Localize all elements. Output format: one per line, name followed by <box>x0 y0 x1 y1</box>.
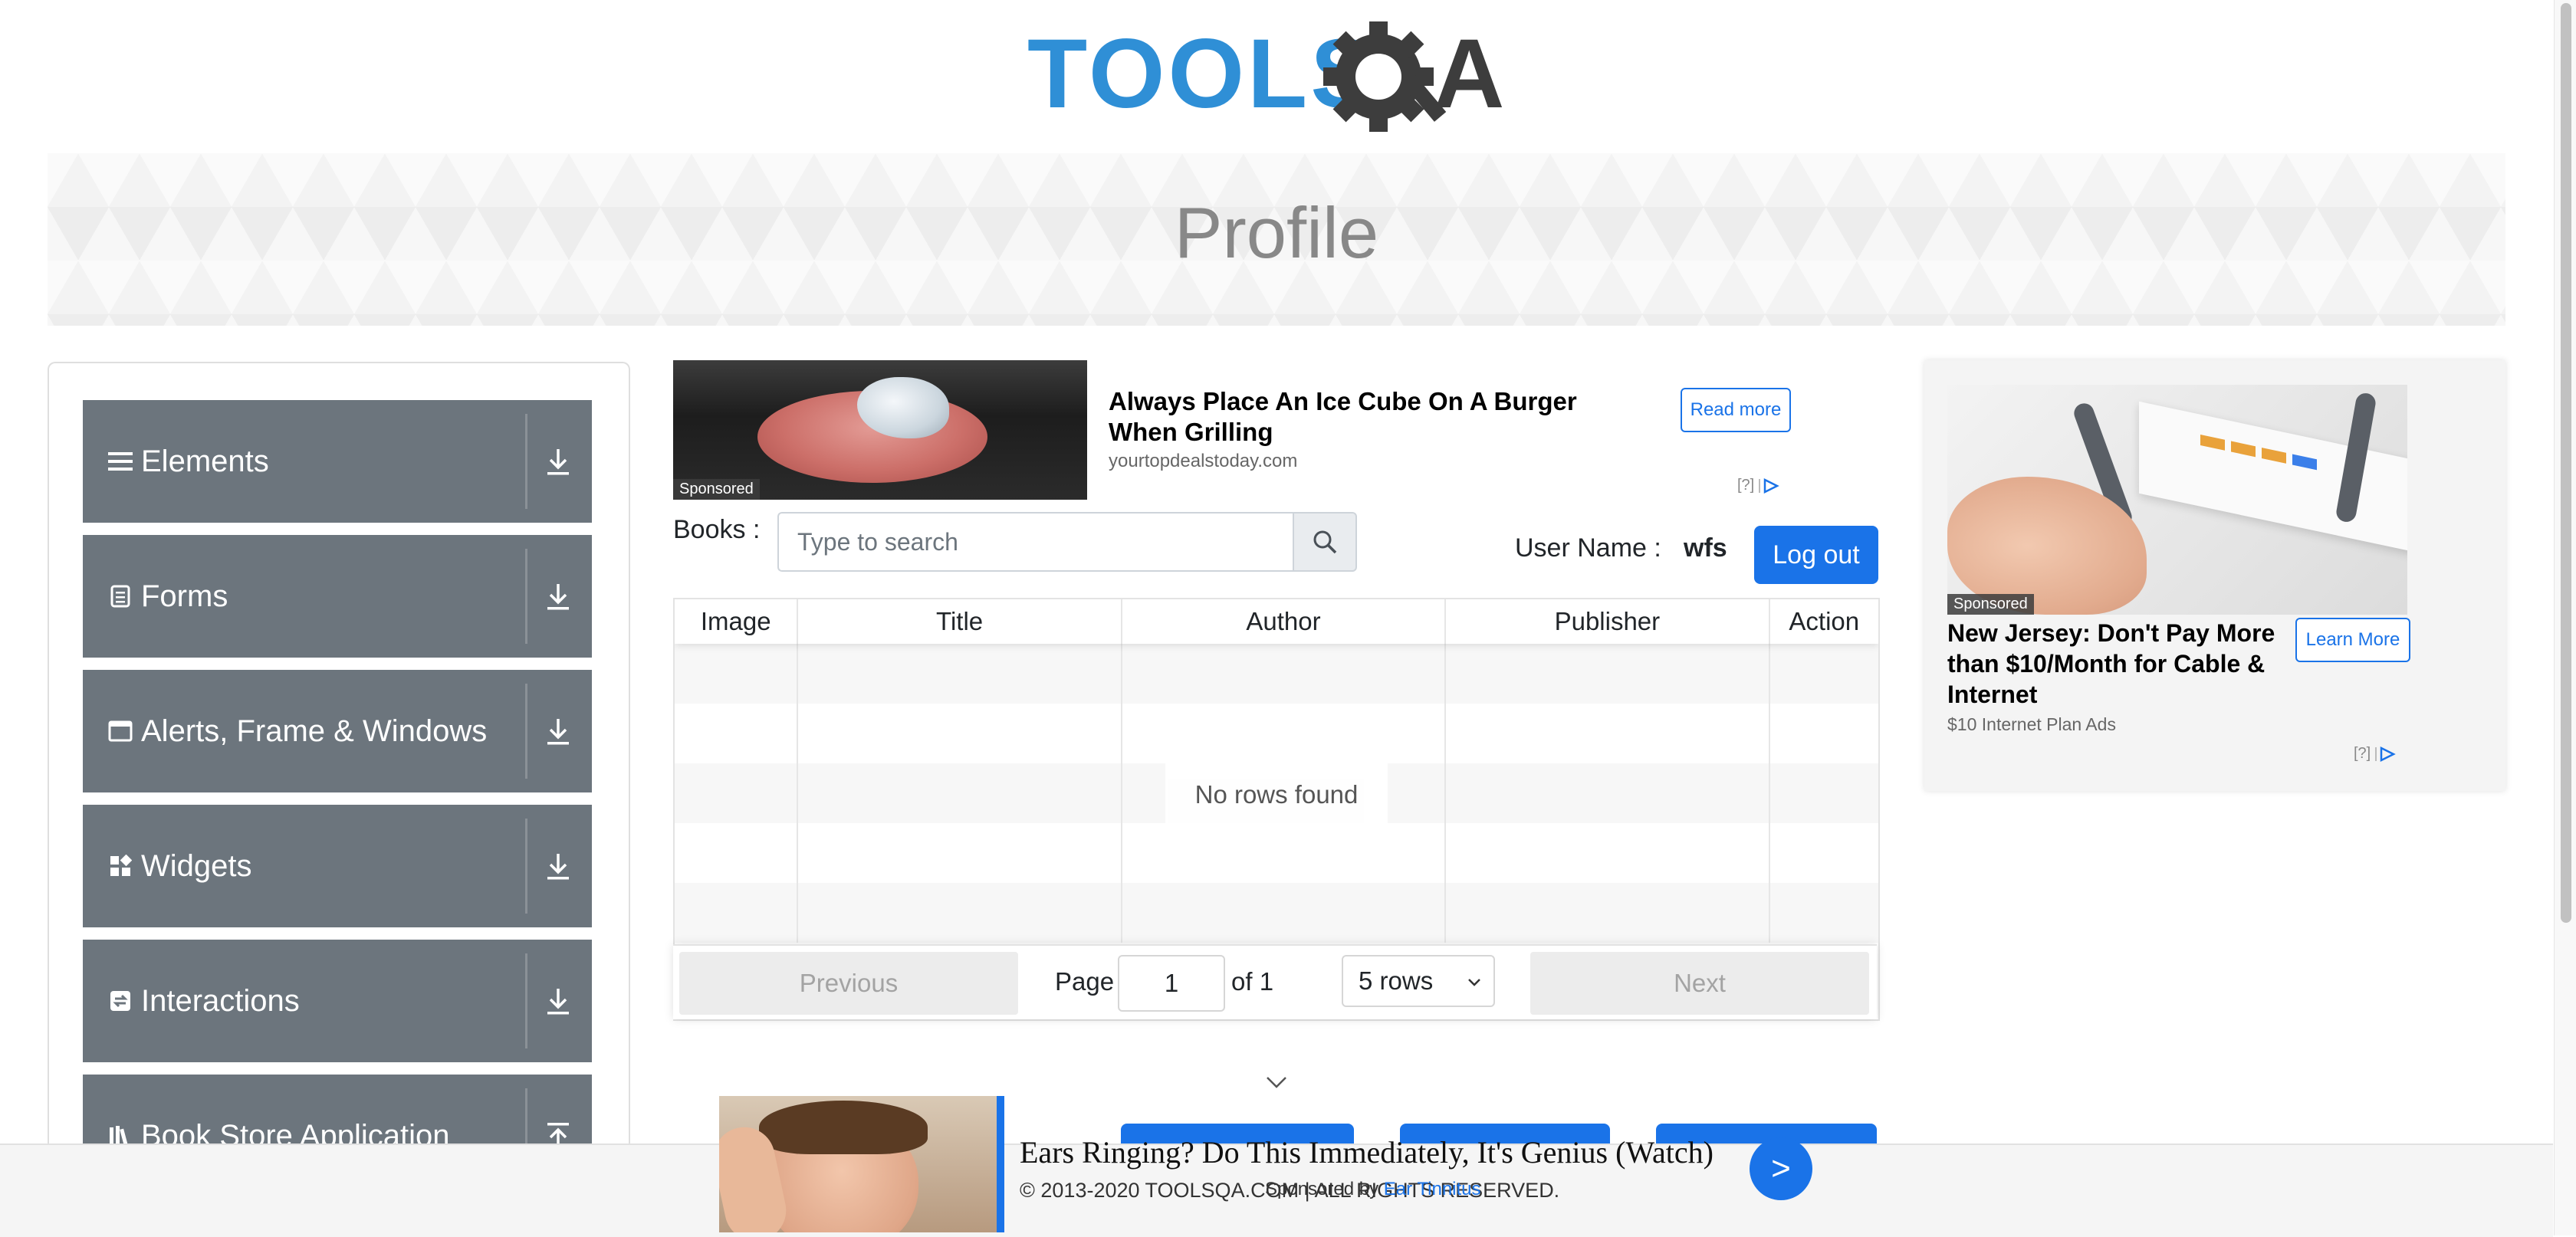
ad-choices-help[interactable]: [?] <box>2354 745 2371 763</box>
column-header-action[interactable]: Action <box>1770 599 1878 644</box>
group-alerts-frame-windows[interactable]: Alerts, Frame & Windows <box>83 670 592 792</box>
ad-source[interactable]: $10 Internet Plan Ads <box>1947 714 2116 735</box>
widgets-icon <box>107 853 133 879</box>
divider <box>525 549 527 644</box>
ad-choices-help[interactable]: [?] <box>1737 477 1754 494</box>
document-icon <box>107 583 133 609</box>
search-button[interactable] <box>1293 512 1357 572</box>
page-title: Profile <box>1174 192 1379 273</box>
page-total: of 1 <box>1231 967 1274 996</box>
divider <box>525 684 527 779</box>
sponsored-ad-right[interactable]: Sponsored New Jersey: Don't Pay More tha… <box>1924 360 2505 791</box>
rows-per-page-value: 5 rows <box>1359 966 1434 995</box>
username-label: User Name : <box>1515 533 1661 563</box>
sponsored-badge: Sponsored <box>1947 594 2034 615</box>
books-label: Books : <box>673 515 761 544</box>
search-input[interactable] <box>777 512 1293 572</box>
chevron-down-icon <box>1468 979 1480 986</box>
previous-button[interactable]: Previous <box>679 952 1018 1015</box>
adchoices-icon <box>2375 746 2397 762</box>
ad-accent-bar <box>997 1096 1004 1232</box>
group-label: Widgets <box>141 848 252 883</box>
page-number-input[interactable]: 1 <box>1118 955 1225 1012</box>
search-icon <box>1313 530 1337 554</box>
column-header-image[interactable]: Image <box>675 599 799 644</box>
ad-headline[interactable]: Always Place An Ice Cube On A Burger Whe… <box>1109 386 1645 448</box>
hamburger-icon <box>107 448 133 474</box>
left-panel: Elements Forms Alerts, Frame & Windows W… <box>48 362 630 1237</box>
download-arrow-icon[interactable] <box>538 438 578 484</box>
divider <box>525 953 527 1048</box>
ad-source[interactable]: yourtopdealstoday.com <box>1109 451 1297 472</box>
column-header-title[interactable]: Title <box>798 599 1122 644</box>
group-widgets[interactable]: Widgets <box>83 805 592 927</box>
adchoices-icon <box>1759 477 1780 494</box>
ad-image[interactable]: Sponsored <box>673 360 1087 500</box>
sponsored-ad-bottom[interactable]: Ears Ringing? Do This Immediately, It's … <box>719 1096 1815 1234</box>
download-arrow-icon[interactable] <box>538 978 578 1024</box>
page-label: Page <box>1055 967 1115 996</box>
scrollbar-thumb[interactable] <box>2561 3 2571 923</box>
column-header-author[interactable]: Author <box>1122 599 1447 644</box>
window-icon <box>107 718 133 744</box>
hair <box>759 1101 928 1154</box>
learn-more-button[interactable]: Learn More <box>2295 618 2410 662</box>
table-row <box>675 823 1878 883</box>
logo-text-a: A <box>1434 21 1504 129</box>
no-rows-message: No rows found <box>1165 763 1388 826</box>
group-interactions[interactable]: Interactions <box>83 940 592 1062</box>
toolsqa-logo[interactable]: TOOLS A <box>1027 19 1533 144</box>
group-forms[interactable]: Forms <box>83 535 592 658</box>
username-value: wfs <box>1684 533 1727 563</box>
search-box <box>777 512 1357 572</box>
download-arrow-icon[interactable] <box>538 843 578 889</box>
logo-graphic: TOOLS A <box>1027 19 1504 132</box>
column-header-publisher[interactable]: Publisher <box>1446 599 1770 644</box>
sponsored-ad-top[interactable]: Sponsored Always Place An Ice Cube On A … <box>673 360 1877 501</box>
table-row <box>675 883 1878 943</box>
group-label: Forms <box>141 579 228 613</box>
divider <box>525 414 527 509</box>
group-label: Elements <box>141 444 269 478</box>
ad-go-button[interactable]: > <box>1750 1137 1812 1200</box>
read-more-button[interactable]: Read more <box>1681 388 1791 432</box>
table-row <box>675 704 1878 763</box>
ad-image[interactable]: Sponsored <box>1947 385 2407 615</box>
page-scrollbar[interactable] <box>2554 0 2576 1235</box>
download-arrow-icon[interactable] <box>538 708 578 754</box>
group-label: Interactions <box>141 983 300 1018</box>
download-arrow-icon[interactable] <box>538 573 578 619</box>
ad-choices[interactable]: [?] <box>2354 745 2397 763</box>
group-label: Alerts, Frame & Windows <box>141 714 488 748</box>
ad-headline[interactable]: Ears Ringing? Do This Immediately, It's … <box>1020 1134 1714 1170</box>
divider <box>525 819 527 914</box>
gear-icon <box>1323 21 1447 132</box>
rows-per-page-select[interactable]: 5 rows <box>1342 955 1495 1007</box>
page-banner: Profile <box>48 153 2505 326</box>
interactions-icon <box>107 988 133 1014</box>
ad-image[interactable] <box>719 1096 997 1232</box>
next-button[interactable]: Next <box>1530 952 1869 1015</box>
pagination-bar: Previous Page 1 of 1 5 rows Next <box>673 944 1877 1019</box>
sponsored-badge: Sponsored <box>673 479 760 500</box>
table-row <box>675 644 1878 704</box>
ad-choices[interactable]: [?] <box>1737 477 1780 494</box>
group-elements[interactable]: Elements <box>83 400 592 523</box>
chevron-down-icon[interactable] <box>1265 1073 1288 1091</box>
logout-button[interactable]: Log out <box>1754 526 1878 584</box>
ad-headline[interactable]: New Jersey: Don't Pay More than $10/Mont… <box>1947 618 2285 710</box>
table-header: Image Title Author Publisher Action <box>675 599 1878 644</box>
